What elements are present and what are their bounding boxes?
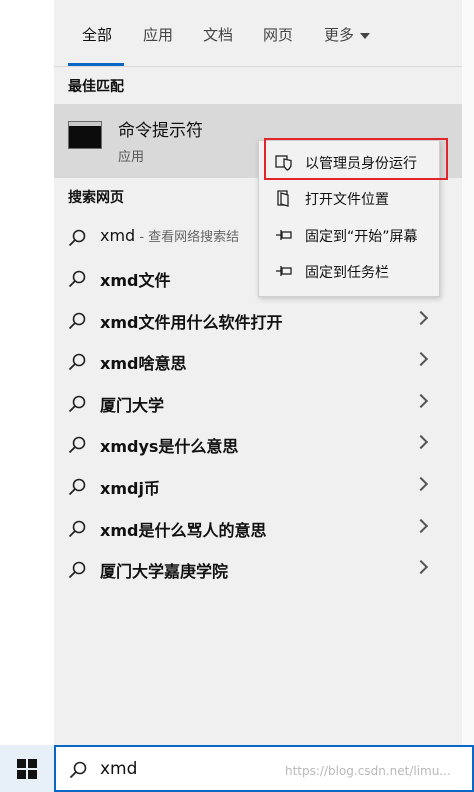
run-as-admin-label: 以管理员身份运行 [305,156,417,172]
search-input[interactable]: xmd [100,759,137,779]
chevron-right-icon[interactable] [413,351,429,367]
web-result-row[interactable]: xmd文件用什么软件打开 [54,299,462,340]
web-result-query: xmd [100,226,136,245]
chevron-right-icon[interactable] [413,559,429,575]
web-result-label: xmd文件 [100,271,171,290]
web-result-row[interactable]: xmd是什么骂人的意思 [54,507,462,548]
web-result-row[interactable]: 厦门大学 [54,382,462,423]
search-web-heading: 搜索网页 [68,190,124,206]
shield-icon [275,155,292,171]
pin-to-start-label: 固定到“开始”屏幕 [305,229,418,245]
web-result-row[interactable]: 厦门大学嘉庚学院 [54,548,462,589]
search-icon [68,520,86,538]
tab-web[interactable]: 网页 [263,24,293,45]
web-result-sub: - 查看网络搜索结 [135,230,240,245]
web-result-row[interactable]: xmdj币 [54,465,462,506]
chevron-down-icon [360,32,371,39]
tab-more-label: 更多 [324,26,355,44]
web-result-row[interactable]: xmd啥意思 [54,340,462,381]
open-file-location-menu-item[interactable]: 打开文件位置 [259,181,439,215]
pin-to-taskbar-menu-item[interactable]: 固定到任务栏 [259,254,439,288]
panel-shadow [462,0,474,745]
search-icon [68,436,86,454]
open-file-location-label: 打开文件位置 [305,192,389,208]
tab-more[interactable]: 更多 [324,24,371,45]
search-icon [68,312,86,330]
search-icon [68,478,86,496]
chevron-right-icon[interactable] [413,310,429,326]
context-menu: 以管理员身份运行 打开文件位置 固定到“开始”屏幕 固定到任务栏 [258,140,440,297]
pin-icon [276,230,292,240]
web-result-label: xmdj币 [100,479,160,498]
search-icon [68,270,86,288]
pin-to-start-menu-item[interactable]: 固定到“开始”屏幕 [259,218,439,252]
pin-icon [276,266,292,276]
chevron-right-icon[interactable] [413,434,429,450]
tabs-divider [54,66,462,67]
search-icon [68,229,86,247]
web-result-label: xmd是什么骂人的意思 [100,521,267,540]
chevron-right-icon[interactable] [413,393,429,409]
search-icon [68,353,86,371]
start-button[interactable] [0,745,54,792]
web-result-label: 厦门大学 [100,396,165,415]
search-icon [68,395,86,413]
web-result-label: xmdys是什么意思 [100,437,239,456]
run-as-admin-menu-item[interactable]: 以管理员身份运行 [259,145,439,179]
search-tabs [54,0,462,66]
best-match-heading: 最佳匹配 [68,79,124,95]
windows-icon [17,759,37,779]
best-match-type: 应用 [118,150,145,165]
watermark: https://blog.csdn.net/limu... [285,764,451,778]
web-result-label: xmd - 查看网络搜索结 [100,226,239,245]
chevron-right-icon[interactable] [413,518,429,534]
web-result-row[interactable]: xmdys是什么意思 [54,423,462,464]
search-icon [69,761,87,779]
web-result-label: xmd啥意思 [100,354,187,373]
web-result-label: xmd文件用什么软件打开 [100,313,283,332]
command-prompt-icon [68,121,102,149]
search-icon [68,561,86,579]
pin-to-taskbar-label: 固定到任务栏 [305,265,389,281]
tab-all[interactable]: 全部 [82,24,112,45]
file-location-icon [277,190,289,207]
command-prompt-titlebar [69,122,101,126]
best-match-name: 命令提示符 [118,121,203,141]
web-result-label: 厦门大学嘉庚学院 [100,562,229,581]
chevron-right-icon[interactable] [413,476,429,492]
tab-apps[interactable]: 应用 [143,24,173,45]
tab-documents[interactable]: 文档 [203,24,233,45]
